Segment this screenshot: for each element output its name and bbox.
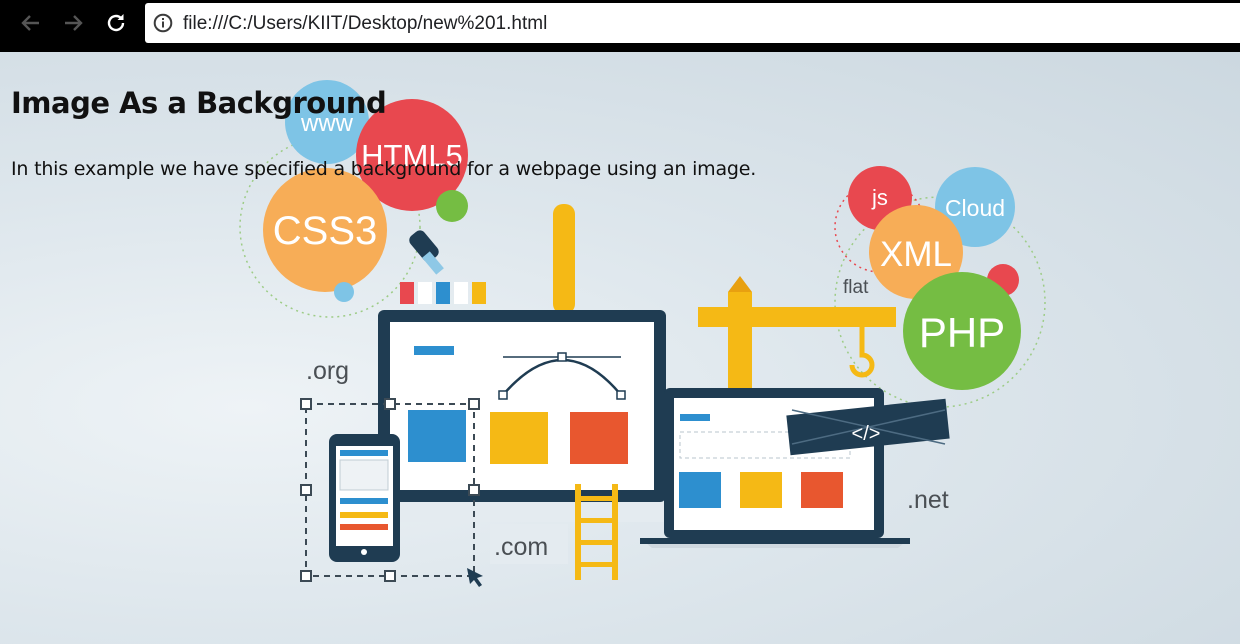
page-paragraph: In this example we have specified a back… bbox=[11, 158, 757, 180]
web-page: www HTML5 CSS3 flat js Cloud XML PHP </>… bbox=[0, 52, 1240, 644]
cloud-label: Cloud bbox=[945, 195, 1005, 221]
reload-button[interactable] bbox=[99, 8, 133, 38]
arrow-left-icon bbox=[21, 15, 39, 31]
css3-label: CSS3 bbox=[273, 209, 378, 253]
com-label: .com bbox=[494, 533, 548, 561]
arrow-right-icon bbox=[65, 15, 83, 31]
js-label: js bbox=[871, 185, 888, 210]
reload-icon bbox=[107, 14, 125, 32]
url-text[interactable]: file:///C:/Users/KIIT/Desktop/new%201.ht… bbox=[183, 3, 547, 44]
info-icon[interactable] bbox=[153, 13, 173, 33]
address-bar[interactable]: file:///C:/Users/KIIT/Desktop/new%201.ht… bbox=[145, 3, 1240, 43]
css3-bubble: CSS3 bbox=[263, 168, 387, 292]
net-label: .net bbox=[907, 486, 949, 514]
php-bubble: PHP bbox=[903, 272, 1021, 390]
php-label: PHP bbox=[919, 309, 1005, 356]
code-tag-label: </> bbox=[852, 423, 881, 445]
xml-label: XML bbox=[880, 235, 952, 274]
dropper-icon bbox=[409, 230, 444, 275]
flat-label: flat bbox=[843, 277, 869, 298]
forward-button[interactable] bbox=[56, 8, 90, 38]
browser-toolbar: file:///C:/Users/KIIT/Desktop/new%201.ht… bbox=[0, 0, 1240, 52]
crane-illustration: flat bbox=[698, 276, 896, 392]
page-title: Image As a Background bbox=[11, 86, 387, 120]
org-label: .org bbox=[306, 357, 349, 385]
desktop-monitor-illustration bbox=[378, 310, 666, 522]
web-development-illustration: www HTML5 CSS3 flat js Cloud XML PHP </>… bbox=[239, 80, 1046, 587]
back-button[interactable] bbox=[14, 8, 48, 38]
ladder-illustration bbox=[575, 484, 618, 580]
phone-illustration bbox=[329, 434, 400, 562]
